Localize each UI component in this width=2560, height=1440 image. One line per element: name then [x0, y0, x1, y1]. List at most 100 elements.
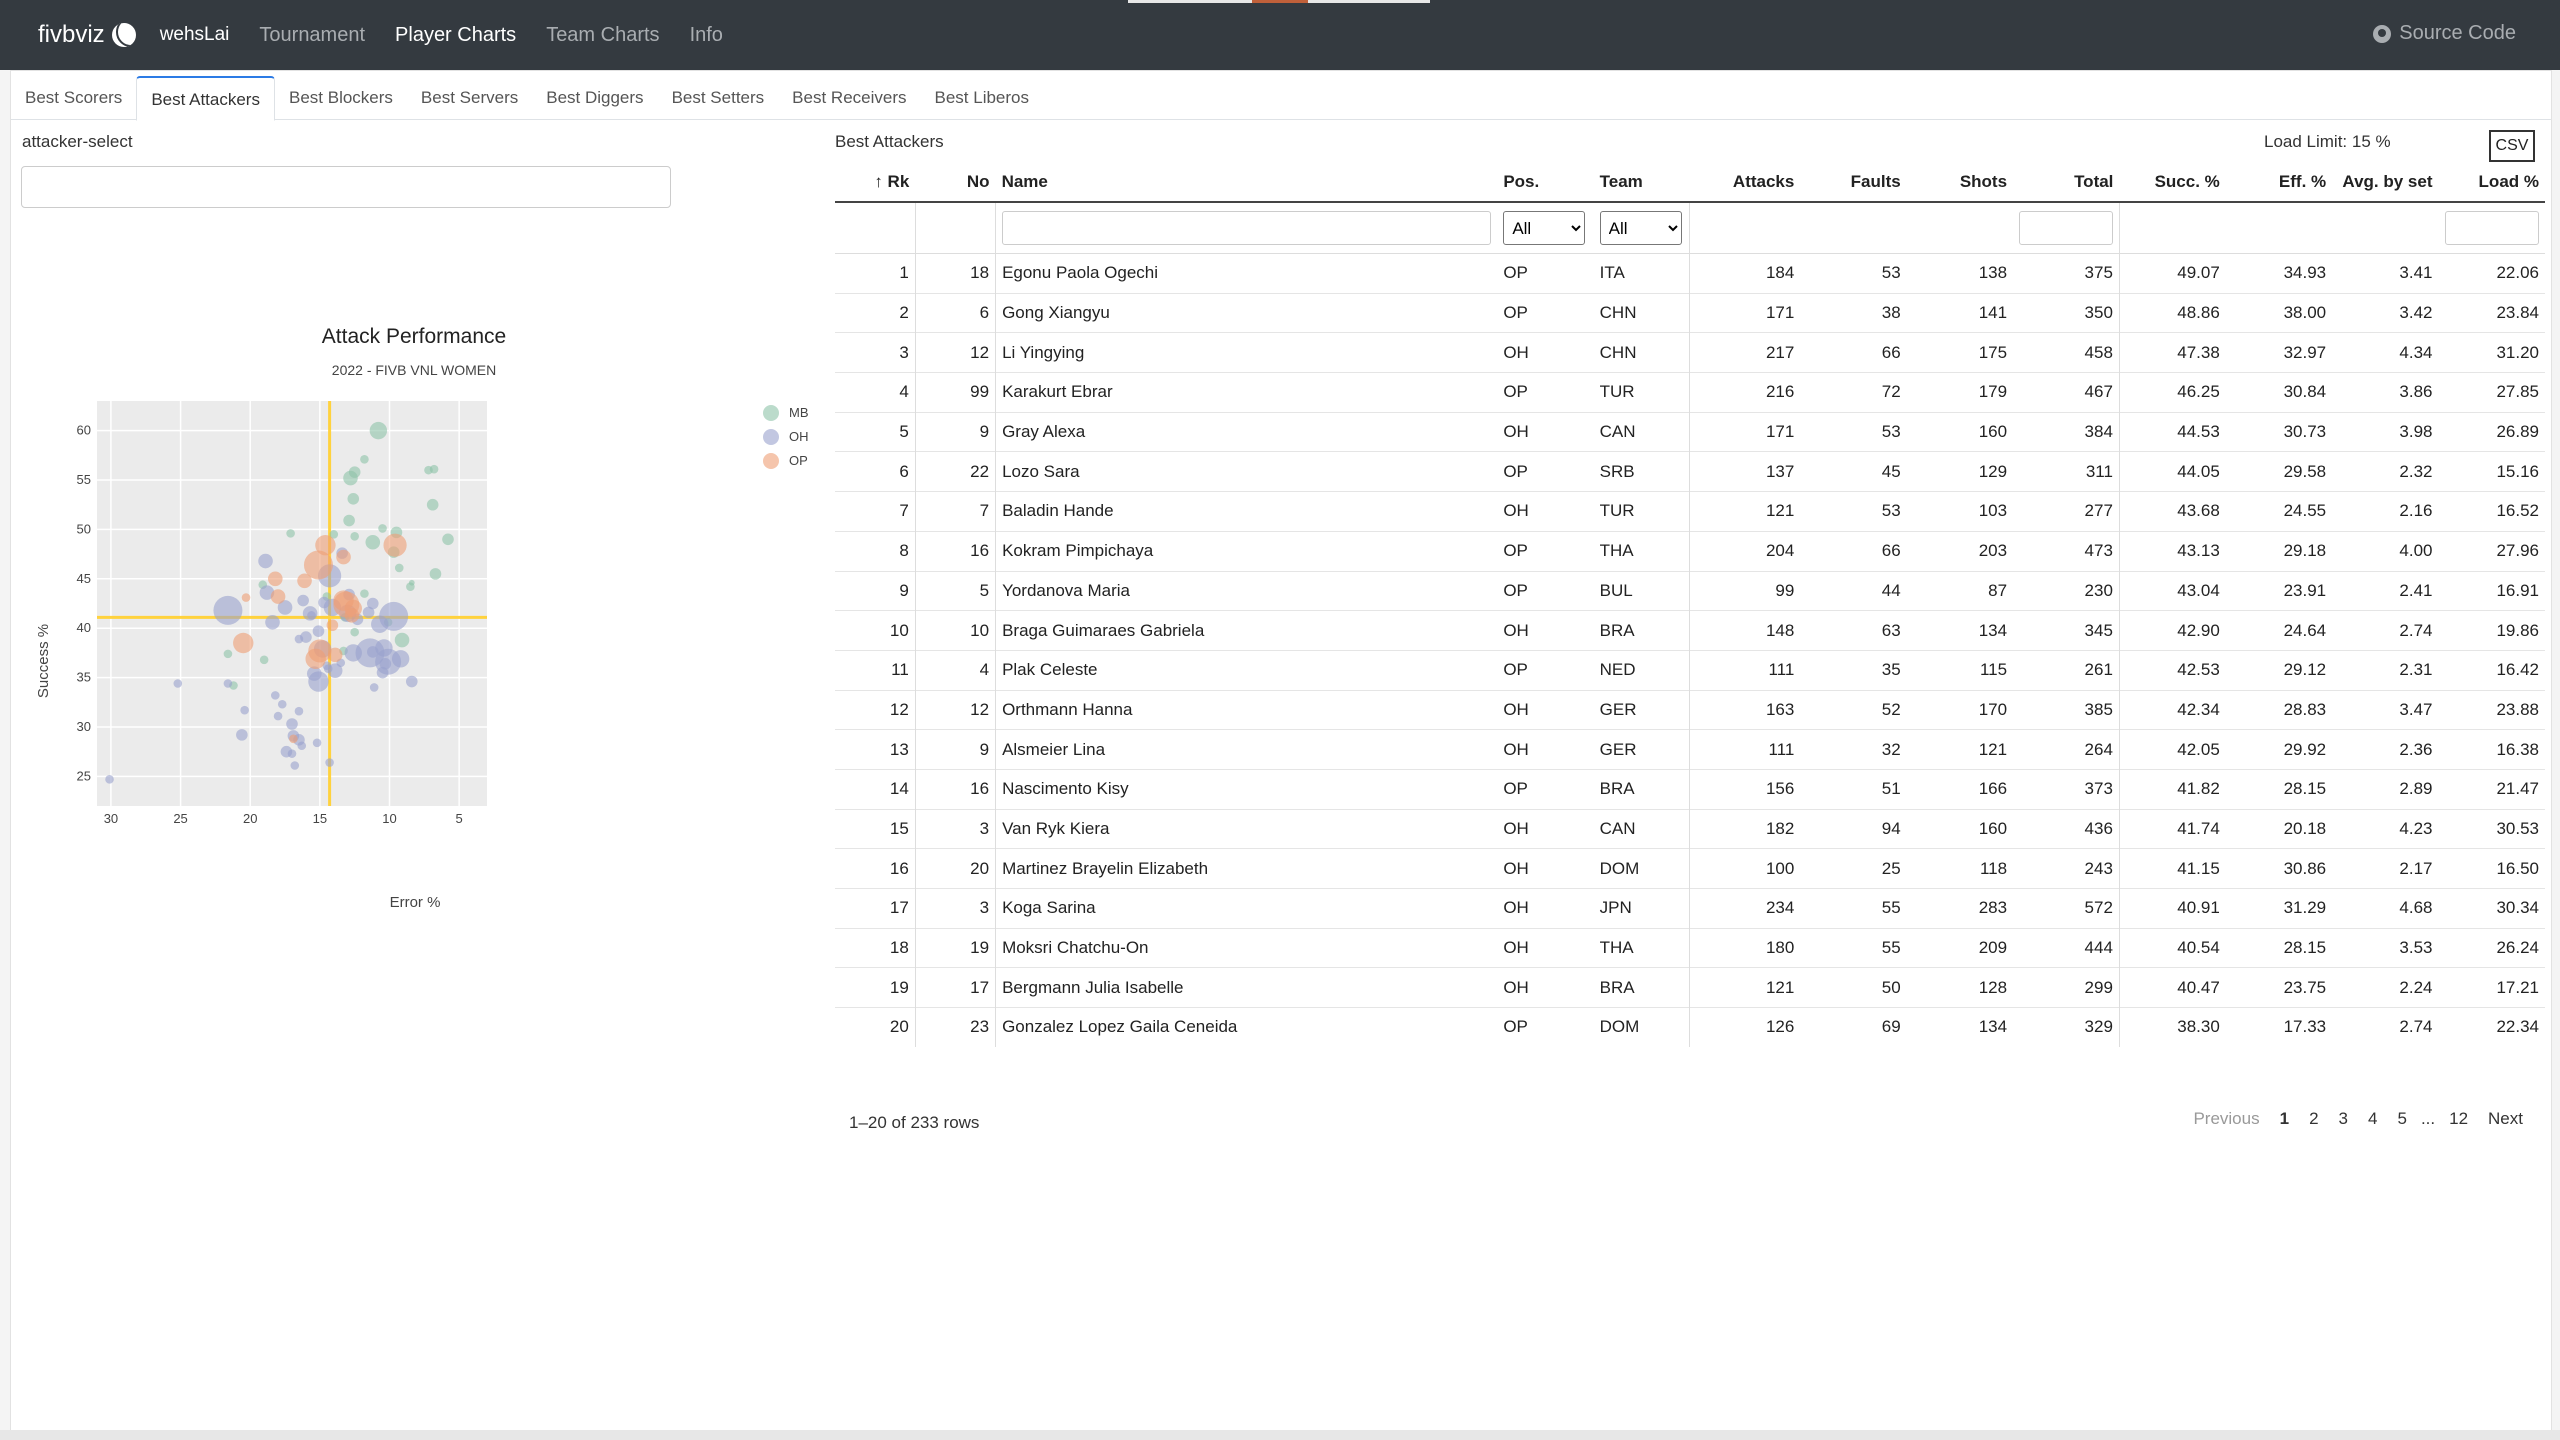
point-mb	[394, 563, 404, 573]
csv-download-button[interactable]: CSV	[2489, 130, 2535, 162]
cell-eff: 29.92	[2225, 729, 2333, 770]
load-filter-input[interactable]	[2444, 211, 2539, 245]
cell-rk: 16	[835, 848, 916, 889]
col-header-rk[interactable]: ↑ Rk	[835, 163, 916, 203]
brand[interactable]: fivbviz	[38, 21, 136, 49]
cell-faults: 55	[1800, 927, 1907, 968]
col-header-team[interactable]: Team	[1593, 163, 1690, 203]
pagination-page-2[interactable]: 2	[2299, 1101, 2328, 1137]
tab-best-diggers[interactable]: Best Diggers	[532, 76, 657, 118]
cell-succ: 40.54	[2118, 927, 2226, 968]
legend-marker-mb	[763, 405, 779, 421]
cell-load: 15.16	[2438, 451, 2545, 492]
table-filter-row: All All	[835, 201, 2545, 254]
point-mb	[360, 589, 369, 598]
point-oh	[369, 683, 379, 692]
pagination-page-5[interactable]: 5	[2387, 1101, 2416, 1137]
cell-avg-by-set: 3.53	[2332, 927, 2439, 968]
point-op	[315, 535, 336, 556]
pagination-page-12[interactable]: 12	[2439, 1101, 2478, 1137]
cell-team: THA	[1593, 530, 1690, 571]
col-header-faults[interactable]: Faults	[1800, 163, 1907, 203]
cell-eff: 34.93	[2225, 253, 2333, 294]
cell-succ: 41.82	[2118, 768, 2226, 810]
pagination-previous[interactable]: Previous	[2183, 1101, 2269, 1137]
pagination-page-4[interactable]: 4	[2358, 1101, 2387, 1137]
chart-subtitle: 2022 - FIVB VNL WOMEN	[332, 362, 496, 378]
nav-link-info[interactable]: Info	[690, 24, 723, 47]
table-row: 20 23 Gonzalez Lopez Gaila Ceneida OP DOM 126…	[835, 1007, 2545, 1047]
cell-eff: 30.73	[2225, 411, 2333, 452]
tab-best-setters[interactable]: Best Setters	[658, 76, 779, 118]
brand-name[interactable]: fivbviz	[38, 21, 105, 49]
cell-total: 230	[2013, 570, 2120, 611]
pagination-next[interactable]: Next	[2478, 1101, 2533, 1137]
tab-best-scorers[interactable]: Best Scorers	[11, 76, 136, 118]
col-header-attacks[interactable]: Attacks	[1689, 163, 1801, 203]
name-filter-input[interactable]	[1002, 211, 1492, 245]
tab-best-servers[interactable]: Best Servers	[407, 76, 532, 118]
cell-eff: 32.97	[2225, 332, 2333, 373]
point-mb	[378, 524, 387, 533]
col-header-avg-by-set[interactable]: Avg. by set	[2332, 163, 2439, 203]
table-row: 16 20 Martinez Brayelin Elizabeth OH DOM 100 2…	[835, 848, 2545, 889]
col-header-succ[interactable]: Succ. %	[2119, 163, 2226, 203]
cell-eff: 24.55	[2225, 491, 2333, 532]
row-count-info: 1–20 of 233 rows	[849, 1113, 980, 1132]
top-navbar: fivbviz wehsLai Tournament Player Charts…	[0, 0, 2560, 70]
tab-best-attackers[interactable]: Best Attackers	[136, 76, 275, 121]
cell-shots: 138	[1906, 253, 2014, 294]
table-row: 14 16 Nascimento Kisy OP BRA 156 51 166 373 41.82…	[835, 768, 2545, 810]
cell-faults: 53	[1800, 411, 1907, 452]
col-header-name[interactable]: Name	[995, 163, 1498, 203]
github-icon	[2373, 24, 2392, 43]
cell-rk: 9	[835, 570, 916, 611]
cell-attacks: 156	[1689, 768, 1801, 810]
nav-link-tournament[interactable]: Tournament	[259, 24, 365, 47]
cell-load: 16.91	[2438, 570, 2545, 611]
cell-total: 375	[2013, 253, 2120, 294]
point-op	[336, 549, 351, 565]
tab-best-liberos[interactable]: Best Liberos	[921, 76, 1044, 118]
cell-load: 19.86	[2438, 610, 2545, 651]
total-filter-input[interactable]	[2019, 211, 2113, 245]
col-header-pos[interactable]: Pos.	[1497, 163, 1594, 203]
cell-total: 458	[2013, 332, 2120, 373]
cell-attacks: 171	[1689, 411, 1801, 452]
col-header-rk-label: Rk	[887, 172, 910, 191]
cell-eff: 31.29	[2225, 888, 2333, 929]
cell-total: 329	[2013, 1007, 2120, 1047]
cell-team: CAN	[1593, 808, 1690, 849]
pagination-page-3[interactable]: 3	[2329, 1101, 2358, 1137]
nav-link-team-charts[interactable]: Team Charts	[546, 24, 659, 47]
point-mb	[350, 532, 359, 541]
cell-load: 16.52	[2438, 491, 2545, 532]
pos-filter-select[interactable]: All	[1503, 211, 1586, 245]
point-mb	[426, 498, 439, 511]
tab-best-blockers[interactable]: Best Blockers	[275, 76, 407, 118]
cell-rk: 7	[835, 491, 916, 532]
col-header-eff[interactable]: Eff. %	[2225, 163, 2333, 203]
team-filter-select[interactable]: All	[1599, 211, 1682, 245]
user-name[interactable]: wehsLai	[160, 24, 230, 46]
point-mb	[442, 533, 454, 546]
attacker-select-input[interactable]	[21, 166, 671, 208]
col-header-total[interactable]: Total	[2013, 163, 2120, 203]
col-header-shots[interactable]: Shots	[1906, 163, 2014, 203]
col-header-load[interactable]: Load %	[2438, 163, 2545, 203]
cell-attacks: 121	[1689, 491, 1801, 532]
col-header-no[interactable]: No	[915, 163, 996, 203]
y-tick-label: 35	[77, 670, 91, 685]
pagination-page-1[interactable]: 1	[2270, 1101, 2299, 1137]
cell-team: BUL	[1593, 570, 1690, 611]
nav-link-player-charts[interactable]: Player Charts	[395, 24, 516, 47]
tab-best-receivers[interactable]: Best Receivers	[778, 76, 920, 118]
point-oh	[258, 553, 273, 569]
cell-succ: 38.30	[2118, 1007, 2226, 1047]
cell-team: BRA	[1593, 768, 1690, 810]
point-oh	[366, 597, 379, 610]
cell-no: 7	[914, 491, 996, 532]
point-mb	[259, 655, 269, 665]
source-code-link[interactable]: Source Code	[2373, 22, 2516, 45]
cell-avg-by-set: 2.24	[2332, 967, 2439, 1008]
